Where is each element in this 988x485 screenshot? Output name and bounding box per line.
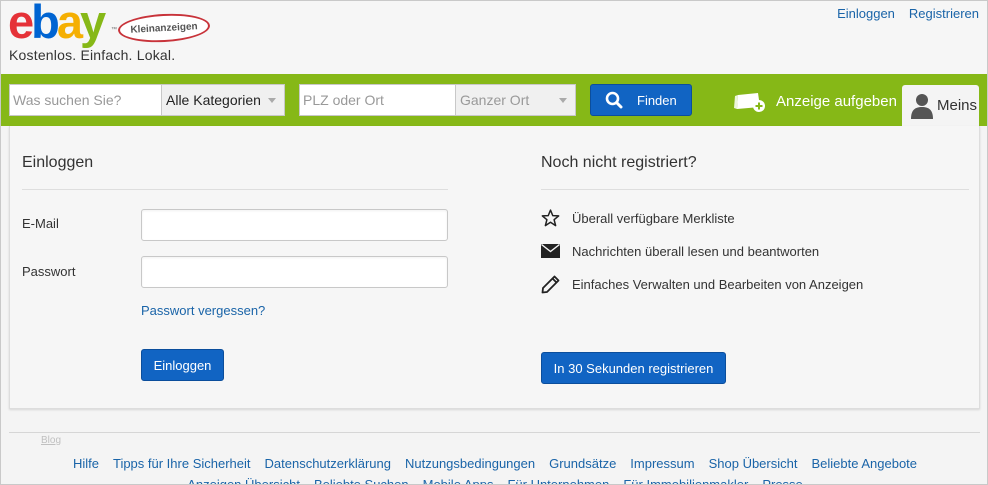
footer-link[interactable]: Tipps für Ihre Sicherheit	[106, 456, 258, 471]
header: ebay ™ Kleinanzeigen Kostenlos. Einfach. …	[1, 0, 987, 74]
footer-link[interactable]: Für Unternehmen	[500, 477, 616, 484]
footer-links-row-2: Anzeigen Übersicht Beliebte Suchen Mobil…	[1, 477, 987, 484]
account-tab[interactable]: Meins	[902, 85, 979, 126]
kleinanzeigen-badge: Kleinanzeigen	[117, 11, 211, 45]
envelope-icon	[541, 242, 560, 260]
find-button[interactable]: Finden	[590, 84, 692, 116]
footer-link[interactable]: Beliebte Angebote	[804, 456, 924, 471]
category-select[interactable]: Alle Kategorien	[161, 84, 285, 116]
logo-letter: a	[56, 0, 83, 48]
post-ad-icon	[734, 93, 765, 112]
divider	[541, 189, 969, 190]
location-input[interactable]: PLZ oder Ort	[299, 84, 456, 116]
feature-item: Einfaches Verwalten und Bearbeiten von A…	[541, 275, 863, 293]
register-link[interactable]: Registrieren	[909, 6, 979, 21]
user-icon	[911, 93, 933, 119]
footer-link[interactable]: Anzeigen Übersicht	[180, 477, 307, 484]
footer-link[interactable]: Shop Übersicht	[702, 456, 805, 471]
top-links: Einloggen Registrieren	[837, 6, 979, 21]
blog-link[interactable]: Blog	[41, 435, 61, 446]
tagline: Kostenlos. Einfach. Lokal.	[9, 47, 176, 63]
forgot-password-link[interactable]: Passwort vergessen?	[141, 303, 265, 318]
pencil-icon	[541, 275, 560, 293]
star-icon	[541, 209, 560, 227]
feature-text: Überall verfügbare Merkliste	[572, 210, 735, 226]
search-bar: Was suchen Sie? Alle Kategorien PLZ oder…	[1, 74, 987, 126]
footer-link[interactable]: Beliebte Suchen	[307, 477, 416, 484]
search-icon	[605, 91, 623, 109]
login-link[interactable]: Einloggen	[837, 6, 895, 21]
register-button[interactable]: In 30 Sekunden registrieren	[541, 352, 726, 384]
feature-item: Überall verfügbare Merkliste	[541, 209, 735, 227]
logo-letter: b	[31, 0, 60, 48]
logo-letter: y	[80, 0, 106, 48]
logo-letter: e	[8, 0, 34, 48]
badge-text: Kleinanzeigen	[130, 20, 198, 36]
auth-card: Einloggen E-Mail Passwort Passwort verge…	[9, 126, 980, 409]
post-ad-button[interactable]: Anzeige aufgeben	[734, 88, 897, 114]
footer-link[interactable]: Impressum	[623, 456, 701, 471]
ebay-logo[interactable]: ebay ™	[8, 0, 117, 48]
radius-value: Ganzer Ort	[460, 92, 530, 108]
radius-select[interactable]: Ganzer Ort	[455, 84, 576, 116]
register-title: Noch nicht registriert?	[541, 154, 697, 171]
password-label: Passwort	[22, 264, 76, 279]
category-value: Alle Kategorien	[166, 92, 261, 108]
footer-divider	[9, 432, 980, 433]
footer-link[interactable]: Hilfe	[66, 456, 106, 471]
footer-link[interactable]: Mobile Apps	[416, 477, 501, 484]
login-title: Einloggen	[22, 154, 94, 171]
search-input[interactable]: Was suchen Sie?	[9, 84, 162, 116]
email-field[interactable]	[141, 209, 448, 241]
feature-item: Nachrichten überall lesen und beantworte…	[541, 242, 819, 260]
email-label: E-Mail	[22, 216, 59, 231]
login-button-label: Einloggen	[153, 357, 212, 373]
footer-link[interactable]: Für Immobilienmakler	[616, 477, 755, 484]
login-button[interactable]: Einloggen	[141, 349, 224, 381]
page: ebay ™ Kleinanzeigen Kostenlos. Einfach. …	[0, 0, 988, 485]
account-label: Meins	[937, 97, 978, 114]
footer-link[interactable]: Datenschutzerklärung	[258, 456, 398, 471]
feature-text: Einfaches Verwalten und Bearbeiten von A…	[572, 276, 864, 292]
chevron-down-icon	[268, 97, 276, 103]
footer-link[interactable]: Nutzungsbedingungen	[398, 456, 542, 471]
post-ad-label: Anzeige aufgeben	[776, 92, 897, 110]
search-placeholder: Was suchen Sie?	[13, 92, 122, 108]
password-field[interactable]	[141, 256, 448, 288]
register-button-label: In 30 Sekunden registrieren	[553, 360, 714, 376]
location-placeholder: PLZ oder Ort	[303, 92, 384, 108]
chevron-down-icon	[559, 97, 567, 103]
divider	[22, 189, 448, 190]
footer-links-row-1: Hilfe Tipps für Ihre Sicherheit Datensch…	[1, 456, 987, 471]
footer-link[interactable]: Grundsätze	[542, 456, 623, 471]
feature-text: Nachrichten überall lesen und beantworte…	[572, 243, 820, 259]
find-label: Finden	[637, 92, 677, 108]
footer-link[interactable]: Presse	[755, 477, 809, 484]
